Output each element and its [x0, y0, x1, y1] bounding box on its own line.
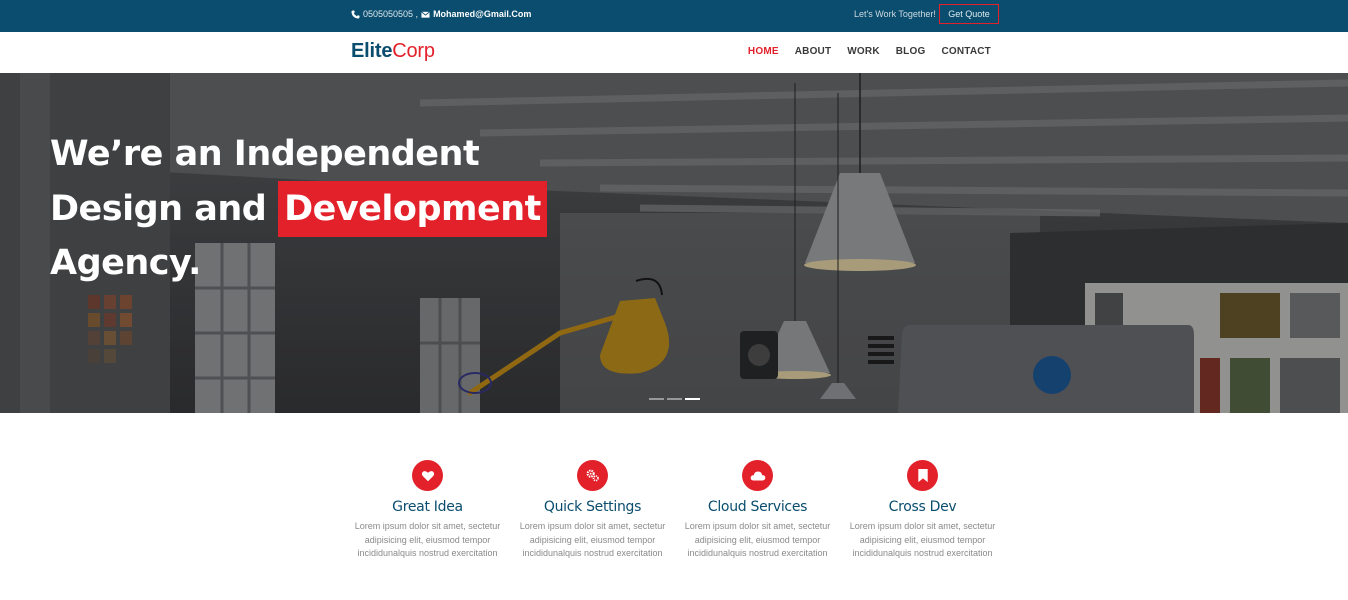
phone-icon [351, 9, 360, 19]
envelope-icon [421, 10, 430, 18]
logo-part-corp: Corp [392, 40, 435, 62]
feature-icon-circle [742, 460, 773, 491]
phone-number: 0505050505 , [363, 9, 419, 19]
hero-line-3: Agency. [50, 243, 201, 283]
hero-line-1: We’re an Independent [50, 134, 480, 174]
feature-title: Quick Settings [543, 499, 642, 515]
contact-info: 0505050505 , Mohamed@Gmail.Com [351, 9, 531, 19]
feature-icon-circle [412, 460, 443, 491]
feature-text: Lorem ipsum dolor sit amet, sectetur adi… [519, 521, 666, 558]
slider-dots [649, 398, 700, 400]
gears-icon [586, 469, 599, 482]
feature-icon-circle [907, 460, 938, 491]
slider-dot-2[interactable] [667, 398, 682, 400]
feature-text: Lorem ipsum dolor sit amet, sectetur adi… [354, 521, 501, 558]
slider-dot-1[interactable] [649, 398, 664, 400]
feature-icon-circle [577, 460, 608, 491]
feature-title: Cloud Services [707, 499, 808, 515]
feature-great-idea: Great Idea Lorem ipsum dolor sit amet, s… [345, 460, 510, 561]
feature-cloud-services: Cloud Services Lorem ipsum dolor sit ame… [675, 460, 840, 561]
feature-title: Great Idea [392, 499, 463, 515]
feature-quick-settings: Quick Settings Lorem ipsum dolor sit ame… [510, 460, 675, 561]
hero-slider: We’re an Independent Design and Developm… [0, 73, 1348, 413]
tagline: Let's Work Together! [854, 9, 936, 19]
get-quote-button[interactable]: Get Quote [939, 4, 999, 24]
feature-text: Lorem ipsum dolor sit amet, sectetur adi… [849, 521, 996, 558]
feature-text: Lorem ipsum dolor sit amet, sectetur adi… [684, 521, 831, 558]
nav-about[interactable]: ABOUT [795, 46, 832, 57]
bookmark-icon [917, 468, 928, 483]
heart-icon [421, 470, 434, 481]
navbar: EliteCorp HOME ABOUT WORK BLOG CONTACT [0, 32, 1348, 73]
feature-title: Cross Dev [888, 499, 957, 515]
email-address[interactable]: Mohamed@Gmail.Com [433, 9, 531, 19]
nav-home[interactable]: HOME [748, 46, 779, 57]
main-nav: HOME ABOUT WORK BLOG CONTACT [748, 46, 991, 57]
cloud-icon [750, 471, 765, 480]
feature-cross-dev: Cross Dev Lorem ipsum dolor sit amet, se… [840, 460, 1005, 561]
slider-dot-3[interactable] [685, 398, 700, 400]
logo[interactable]: EliteCorp [351, 40, 435, 63]
nav-blog[interactable]: BLOG [896, 46, 926, 57]
hero-highlight: Development [278, 181, 547, 237]
hero-line-2-pre: Design and [50, 189, 267, 229]
logo-part-elite: Elite [351, 40, 393, 62]
nav-contact[interactable]: CONTACT [941, 46, 991, 57]
top-bar: 0505050505 , Mohamed@Gmail.Com Let's Wor… [0, 0, 1348, 32]
features-section: Great Idea Lorem ipsum dolor sit amet, s… [345, 460, 1005, 561]
nav-work[interactable]: WORK [847, 46, 879, 57]
hero-headline: We’re an Independent Design and Developm… [50, 128, 547, 290]
